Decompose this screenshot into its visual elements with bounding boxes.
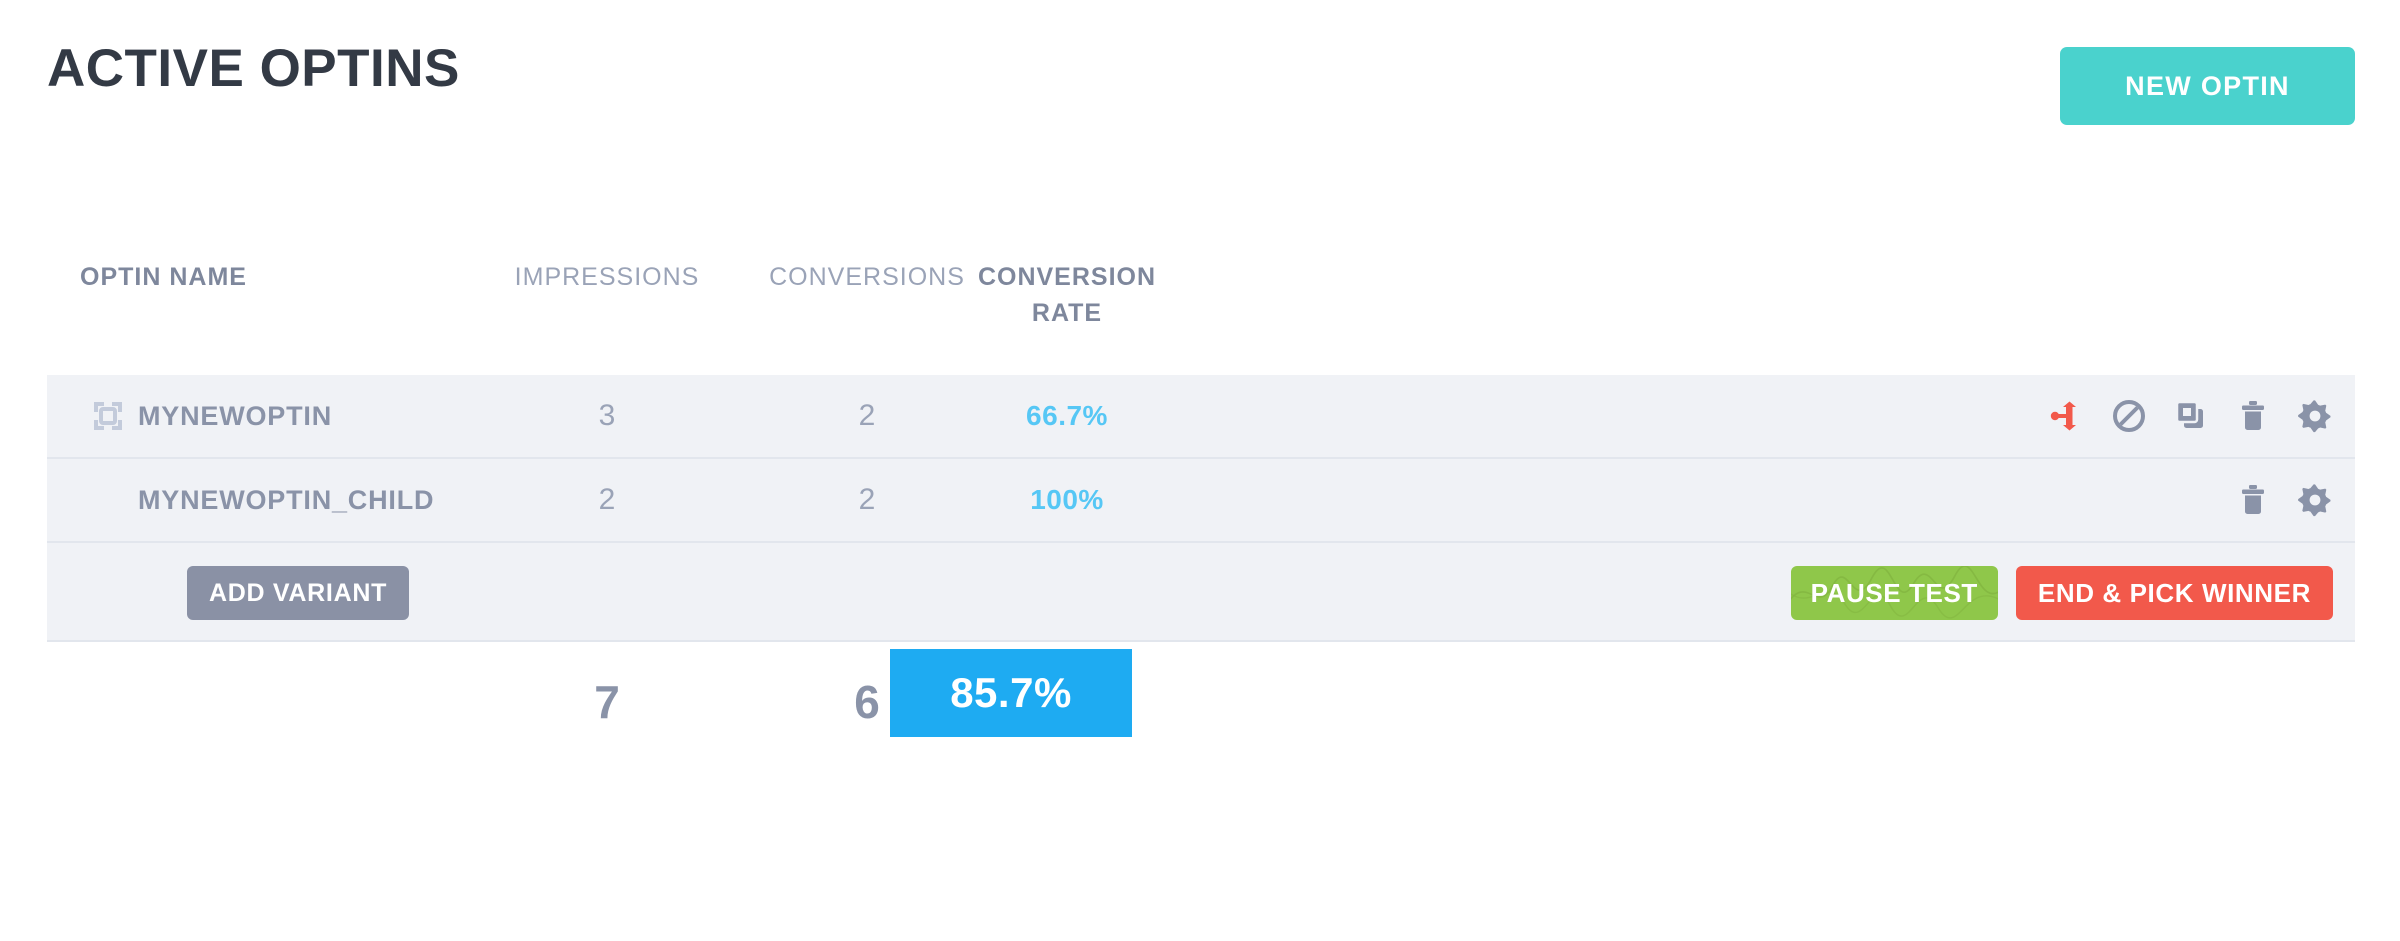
totals-row: 7 6 85.7% — [47, 642, 2355, 762]
end-pick-winner-button[interactable]: END & PICK WINNER — [2015, 566, 2333, 620]
drag-handle-placeholder — [92, 484, 138, 516]
conversion-rate-value: 66.7% — [1026, 400, 1108, 431]
trash-icon[interactable] — [2235, 398, 2271, 434]
table-body: MYNEWOPTIN 3 2 66.7% MYNEWOPTIN_CHILD 2 … — [47, 375, 2355, 642]
variant-controls-row: ADD VARIANT PAUSE TEST END & PICK WINNER — [47, 543, 2355, 642]
total-impressions: 7 — [594, 676, 620, 728]
optin-name-cell: MYNEWOPTIN_CHILD — [47, 459, 434, 541]
table-row[interactable]: MYNEWOPTIN_CHILD 2 2 100% — [47, 459, 2355, 543]
pause-test-label: PAUSE TEST — [1810, 577, 1978, 608]
page-header: ACTIVE OPTINS NEW OPTIN — [0, 0, 2400, 170]
split-test-controls: PAUSE TEST END & PICK WINNER — [1790, 566, 2333, 620]
duplicate-icon[interactable] — [2173, 398, 2209, 434]
optin-name-cell: MYNEWOPTIN — [47, 375, 332, 457]
impressions-value: 3 — [598, 399, 616, 432]
optins-table: OPTIN NAME IMPRESSIONS CONVERSIONS CONVE… — [47, 240, 2355, 762]
table-row[interactable]: MYNEWOPTIN 3 2 66.7% — [47, 375, 2355, 459]
active-optins-page: ACTIVE OPTINS NEW OPTIN OPTIN NAME IMPRE… — [0, 0, 2400, 941]
optin-name: MYNEWOPTIN_CHILD — [138, 484, 435, 515]
column-header-conversion-rate: CONVERSION RATE — [902, 260, 1232, 331]
table-header-row: OPTIN NAME IMPRESSIONS CONVERSIONS CONVE… — [47, 240, 2355, 375]
optin-name: MYNEWOPTIN — [138, 400, 332, 431]
row-actions — [2235, 459, 2333, 541]
total-conversion-rate: 85.7% — [890, 649, 1132, 737]
column-header-optin-name: OPTIN NAME — [80, 263, 247, 291]
pause-test-button[interactable]: PAUSE TEST — [1790, 566, 1998, 620]
column-header-conversion-rate-line2: RATE — [1031, 298, 1103, 327]
column-header-conversion-rate-line1: CONVERSION — [977, 263, 1157, 291]
split-test-icon[interactable] — [2049, 398, 2085, 434]
conversion-rate-value: 100% — [1030, 484, 1104, 515]
gear-icon[interactable] — [2297, 398, 2333, 434]
impressions-value: 2 — [598, 483, 616, 516]
new-optin-button[interactable]: NEW OPTIN — [2060, 47, 2355, 125]
move-handle-icon[interactable] — [92, 400, 124, 432]
add-variant-button[interactable]: ADD VARIANT — [187, 566, 410, 620]
column-header-impressions: IMPRESSIONS — [514, 263, 700, 291]
page-title: ACTIVE OPTINS — [47, 39, 460, 98]
gear-icon[interactable] — [2297, 482, 2333, 518]
trash-icon[interactable] — [2235, 482, 2271, 518]
row-actions — [2049, 375, 2333, 457]
disable-icon[interactable] — [2111, 398, 2147, 434]
